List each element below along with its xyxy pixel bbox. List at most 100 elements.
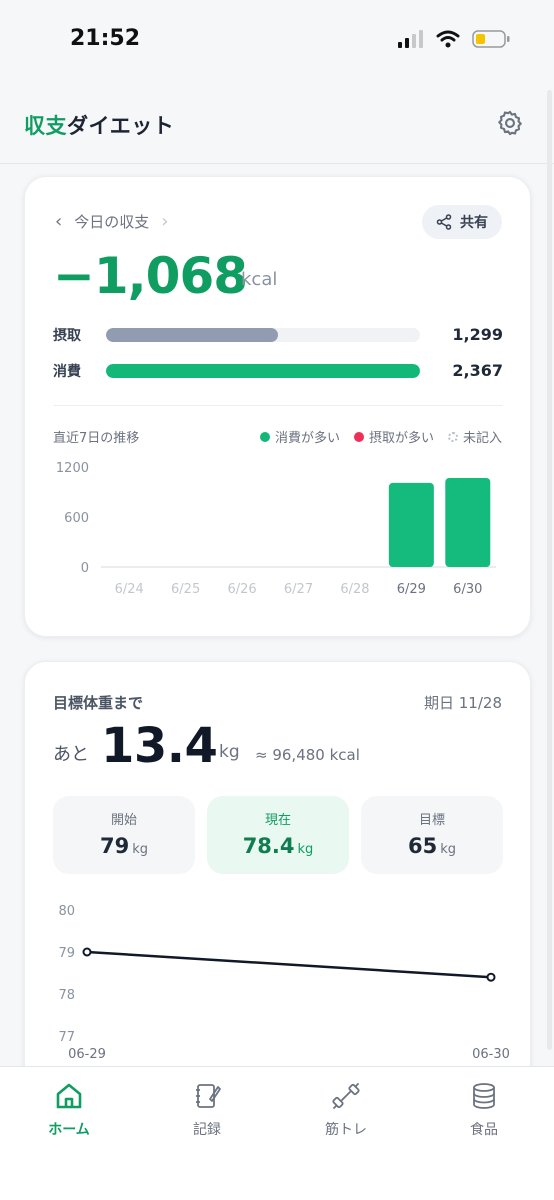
chart-bar <box>445 478 491 567</box>
x-tick-label: 6/27 <box>284 582 313 597</box>
x-tick-label: 6/24 <box>115 582 144 597</box>
target-weight-box: 目標 65 kg <box>361 796 503 874</box>
share-icon <box>436 214 452 230</box>
home-icon <box>56 1083 82 1109</box>
weight-point <box>486 972 496 982</box>
start-weight-label: 開始 <box>110 813 137 828</box>
x-tick-label: 6/25 <box>171 582 200 597</box>
status-bar: 21:52 <box>0 0 554 82</box>
date-nav-label: 今日の収支 <box>74 213 150 231</box>
status-time: 21:52 <box>70 26 141 51</box>
target-weight-value-wrap: 65 kg <box>361 834 503 858</box>
divider <box>53 405 503 406</box>
weight-line-chart: 80 79 78 77 06-29 06-30 <box>58 904 510 1062</box>
current-weight-unit: kg <box>297 842 314 857</box>
x-tick-label: 06-29 <box>68 1047 106 1062</box>
legend-dot-green <box>259 431 270 442</box>
legend-burn-more: 消費が多い <box>259 427 340 446</box>
remain-unit: kg <box>219 742 240 762</box>
y-tick-label: 0 <box>81 561 89 576</box>
tab-workout-label: 筋トレ <box>325 1122 367 1138</box>
app-header: 収支ダイエット <box>0 82 554 164</box>
legend-unrecorded-label: 未記入 <box>462 431 502 446</box>
y-tick-label: 77 <box>58 1030 75 1045</box>
tab-food[interactable]: 食品 <box>415 1081 553 1139</box>
legend-intake-more: 摂取が多い <box>353 427 434 446</box>
balance-unit: kcal <box>241 269 278 290</box>
weekly-bar-chart: 1200 600 0 6/24 6/25 6/26 6/27 6/28 6/29 6/30 <box>56 461 496 597</box>
target-weight-value: 65 <box>407 834 438 858</box>
remain-kcal: ≈ 96,480 kcal <box>255 746 360 764</box>
app-title-accent: 収支 <box>24 114 67 138</box>
app-title: 収支ダイエット <box>24 110 174 140</box>
tab-record-label: 記録 <box>193 1122 221 1138</box>
legend-burn-more-label: 消費が多い <box>274 431 340 446</box>
legend-unrecorded: 未記入 <box>447 427 502 446</box>
current-weight-value-wrap: 78.4 kg <box>207 834 349 858</box>
database-icon <box>473 1083 495 1109</box>
intake-track <box>106 328 420 342</box>
start-weight-value-wrap: 79 kg <box>53 834 195 858</box>
y-tick-label: 80 <box>58 904 75 919</box>
current-weight-value: 78.4 <box>242 834 295 858</box>
balance-card: ‹ 今日の収支 › 共有 −1,068 kcal 摂取 1,299 消費 2,3… <box>24 176 531 637</box>
date-nav: ‹ 今日の収支 › <box>55 211 168 232</box>
tab-food-label: 食品 <box>470 1122 498 1138</box>
x-tick-label: 6/29 <box>397 582 426 597</box>
signal-icon <box>398 30 423 48</box>
chart-legend: 消費が多い 摂取が多い 未記入 <box>259 427 502 446</box>
battery-icon <box>472 30 510 48</box>
burn-fill <box>106 364 420 378</box>
intake-label: 摂取 <box>53 328 81 344</box>
intake-fill <box>106 328 279 342</box>
intake-value: 1,299 <box>452 325 503 344</box>
start-weight-value: 79 <box>99 834 130 858</box>
gear-icon[interactable] <box>496 109 524 137</box>
y-tick-label: 78 <box>58 988 75 1003</box>
x-tick-label: 6/30 <box>453 582 482 597</box>
start-weight-unit: kg <box>132 842 148 857</box>
y-tick-label: 600 <box>64 511 89 526</box>
x-tick-label: 6/28 <box>340 582 369 597</box>
goal-deadline: 期日 11/28 <box>424 694 502 712</box>
burn-value: 2,367 <box>452 361 503 380</box>
tab-home-label: ホーム <box>48 1122 90 1138</box>
status-icons <box>398 30 510 48</box>
current-weight-label: 現在 <box>264 813 291 828</box>
remain-value: 13.4 <box>101 718 218 774</box>
current-weight-box: 現在 78.4 kg <box>207 796 349 874</box>
tab-home[interactable]: ホーム <box>0 1081 138 1139</box>
burn-row: 消費 2,367 <box>53 361 503 381</box>
tab-bar: ホーム 記録 筋トレ 食品 <box>0 1066 554 1200</box>
weight-point <box>82 947 92 957</box>
scrollbar[interactable] <box>547 90 552 1050</box>
x-tick-label: 06-30 <box>472 1047 510 1062</box>
app-title-rest: ダイエット <box>67 114 175 138</box>
weight-line <box>86 950 492 979</box>
chevron-right-icon[interactable]: › <box>161 211 168 232</box>
trend-title: 直近7日の推移 <box>53 431 140 446</box>
wifi-icon <box>436 30 460 48</box>
target-weight-label: 目標 <box>418 813 445 828</box>
share-button[interactable]: 共有 <box>422 205 502 239</box>
y-tick-label: 1200 <box>56 461 89 476</box>
dumbbell-icon <box>332 1083 360 1109</box>
start-weight-box: 開始 79 kg <box>53 796 195 874</box>
tab-workout[interactable]: 筋トレ <box>277 1081 415 1139</box>
legend-dot-red <box>353 431 364 442</box>
burn-track <box>106 364 420 378</box>
intake-row: 摂取 1,299 <box>53 325 503 345</box>
chevron-left-icon[interactable]: ‹ <box>55 211 62 232</box>
burn-label: 消費 <box>53 364 81 380</box>
chart-bar <box>388 482 434 567</box>
target-weight-unit: kg <box>440 842 456 857</box>
goal-card: 目標体重まで 期日 11/28 あと 13.4 kg ≈ 96,480 kcal… <box>24 661 531 1101</box>
legend-intake-more-label: 摂取が多い <box>368 431 434 446</box>
remain-prefix: あと <box>53 744 89 765</box>
x-tick-label: 6/26 <box>227 582 256 597</box>
y-tick-label: 79 <box>58 946 75 961</box>
notebook-icon <box>196 1084 221 1108</box>
tab-record[interactable]: 記録 <box>138 1081 276 1139</box>
legend-dot-dotted <box>447 431 458 442</box>
goal-title: 目標体重まで <box>53 694 144 712</box>
